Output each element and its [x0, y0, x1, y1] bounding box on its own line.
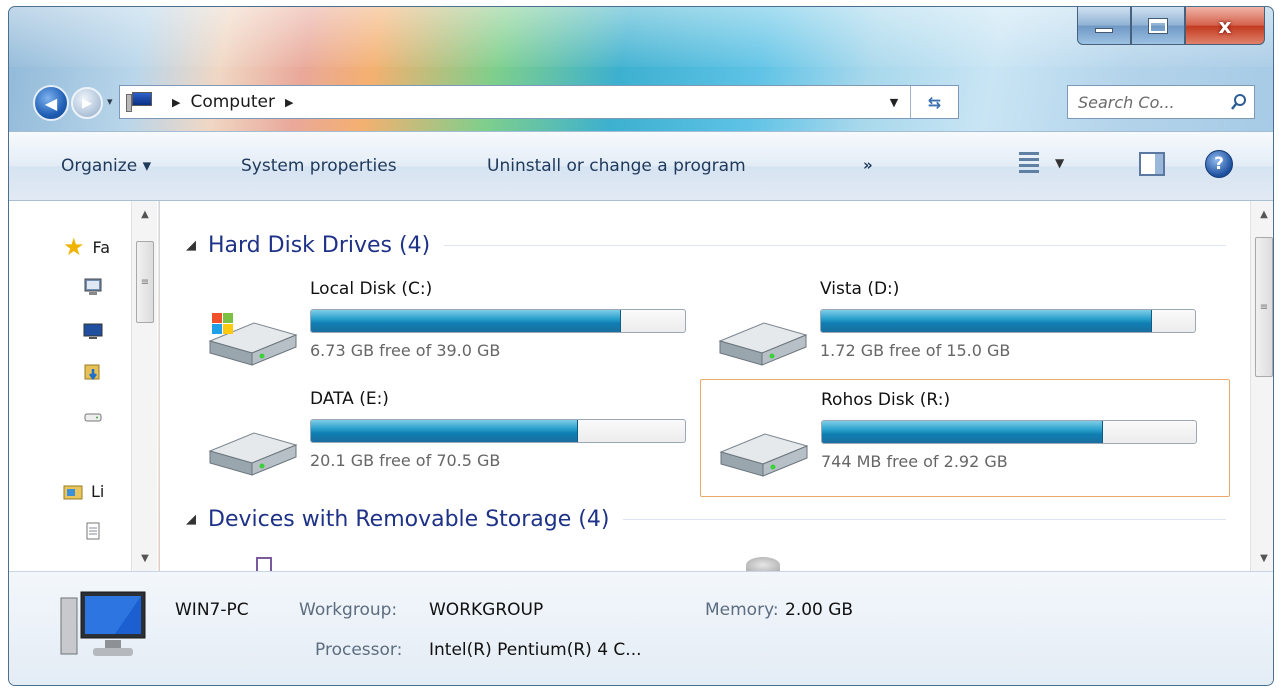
details-pane: WIN7-PC Workgroup: WORKGROUP Memory: 2.0… — [9, 571, 1273, 685]
drive-tile-c[interactable]: Local Disk (C:) 6.73 GB free of 39.0 GB — [190, 269, 720, 387]
refresh-icon: ⇆ — [927, 92, 942, 112]
search-icon[interactable] — [1224, 93, 1254, 111]
drive-free-space: 1.72 GB free of 15.0 GB — [820, 341, 1011, 360]
caption-buttons: x — [1077, 7, 1265, 45]
drive-free-space: 744 MB free of 2.92 GB — [821, 452, 1008, 471]
libraries-icon — [63, 485, 83, 500]
content-scroll-thumb[interactable]: ≡ — [1255, 237, 1273, 377]
windows-drive-icon — [208, 313, 298, 366]
group-removable-storage-label: Devices with Removable Storage (4) — [208, 507, 610, 532]
help-icon: ? — [1214, 154, 1224, 174]
hard-drive-icon — [208, 432, 298, 476]
nav-recent[interactable] — [83, 321, 103, 341]
back-arrow-icon: ◀ — [44, 93, 58, 113]
recent-pages-dropdown[interactable]: ▾ — [107, 95, 113, 108]
forward-arrow-icon: ▶ — [82, 95, 92, 111]
file-list: ◢ Hard Disk Drives (4) Local Disk (C:) 6… — [160, 201, 1250, 571]
workgroup-label: Workgroup: — [299, 600, 398, 620]
drive-usage-bar — [310, 309, 686, 333]
drive-name: Local Disk (C:) — [310, 279, 433, 299]
monitor-icon — [83, 323, 103, 339]
organize-button[interactable]: Organize ▾ — [61, 156, 151, 176]
breadcrumb-arrow-icon[interactable]: ▶ — [172, 96, 180, 109]
nav-scroll-thumb[interactable]: ≡ — [136, 241, 154, 323]
search-placeholder: Search Co... — [1078, 92, 1175, 112]
change-view-button[interactable]: ▼ — [1019, 152, 1064, 174]
processor-value: Intel(R) Pentium(R) 4 C... — [429, 640, 642, 660]
preview-pane-button[interactable] — [1139, 152, 1165, 176]
drive-free-space: 6.73 GB free of 39.0 GB — [310, 341, 501, 360]
more-commands-button[interactable]: » — [863, 156, 873, 174]
desktop-icon — [84, 278, 102, 295]
nav-drive[interactable] — [83, 407, 103, 427]
close-button[interactable]: x — [1185, 7, 1265, 45]
optical-drive-icon[interactable] — [746, 557, 780, 571]
scroll-up-arrow[interactable]: ▲ — [132, 201, 158, 227]
collapse-triangle-icon[interactable]: ◢ — [186, 238, 196, 253]
collapse-triangle-icon[interactable]: ◢ — [186, 512, 196, 527]
scroll-up-arrow[interactable]: ▲ — [1251, 201, 1273, 227]
removable-device-icon[interactable] — [256, 557, 272, 571]
address-bar[interactable]: ▶ Computer ▶ ▼ ⇆ — [119, 85, 959, 119]
drive-free-space: 20.1 GB free of 70.5 GB — [310, 451, 501, 470]
drive-name: Vista (D:) — [820, 279, 900, 299]
processor-label: Processor: — [315, 640, 403, 660]
drive-name: DATA (E:) — [310, 389, 389, 409]
minimize-icon — [1095, 28, 1113, 33]
navigation-row: ◀ ▶ ▾ ▶ Computer ▶ ▼ ⇆ Search Co... — [9, 77, 1273, 121]
chevron-down-icon: ▼ — [1055, 156, 1065, 170]
drive-tile-e[interactable]: DATA (E:) 20.1 GB free of 70.5 GB — [190, 379, 720, 497]
nav-desktop[interactable] — [83, 277, 103, 297]
group-removable-storage[interactable]: ◢ Devices with Removable Storage (4) — [186, 507, 1226, 532]
nav-pane-scrollbar[interactable]: ▲ ≡ ▼ — [131, 201, 157, 571]
drive-tile-r[interactable]: Rohos Disk (R:) 744 MB free of 2.92 GB — [700, 379, 1230, 497]
uninstall-program-button[interactable]: Uninstall or change a program — [487, 156, 746, 176]
star-icon: ★ — [63, 233, 85, 261]
nav-libraries[interactable]: Li — [63, 481, 104, 501]
computer-name: WIN7-PC — [175, 600, 249, 620]
command-bar: Organize ▾ System properties Uninstall o… — [9, 131, 1273, 201]
drive-icon — [84, 413, 102, 422]
nav-downloads[interactable] — [83, 361, 103, 381]
breadcrumb-arrow-icon[interactable]: ▶ — [285, 96, 293, 109]
refresh-button[interactable]: ⇆ — [910, 86, 958, 118]
hard-drive-icon — [719, 433, 809, 477]
drive-usage-bar — [820, 309, 1196, 333]
minimize-button[interactable] — [1077, 7, 1131, 45]
navigation-pane: ★ Fa Li ▲ ≡ ▼ — [9, 201, 159, 571]
nav-favorites[interactable]: ★ Fa — [63, 235, 110, 259]
view-details-icon — [1019, 152, 1039, 174]
explorer-window: x ◀ ▶ ▾ ▶ Computer ▶ ▼ ⇆ Search Co... Or… — [8, 6, 1274, 686]
drive-tile-d[interactable]: Vista (D:) 1.72 GB free of 15.0 GB — [700, 269, 1230, 387]
search-input[interactable]: Search Co... — [1067, 85, 1255, 119]
nav-favorites-label: Fa — [92, 237, 111, 257]
scroll-down-arrow[interactable]: ▼ — [1251, 545, 1273, 571]
maximize-icon — [1148, 17, 1168, 34]
computer-icon — [126, 92, 154, 112]
drive-name: Rohos Disk (R:) — [821, 390, 951, 410]
scroll-down-arrow[interactable]: ▼ — [132, 545, 158, 571]
content-scrollbar[interactable]: ▲ ≡ ▼ — [1250, 201, 1273, 571]
address-history-dropdown[interactable]: ▼ — [882, 86, 906, 118]
nav-documents[interactable] — [83, 521, 103, 541]
memory-value: 2.00 GB — [785, 600, 854, 620]
drive-usage-bar — [310, 419, 686, 443]
hard-drive-icon — [718, 322, 808, 366]
close-icon: x — [1218, 13, 1232, 38]
group-hard-disk-drives-label: Hard Disk Drives (4) — [208, 233, 431, 258]
back-button[interactable]: ◀ — [33, 85, 69, 121]
computer-icon — [60, 591, 146, 656]
drive-usage-bar — [821, 420, 1197, 444]
memory-label: Memory: — [705, 600, 779, 620]
help-button[interactable]: ? — [1205, 150, 1233, 178]
workgroup-value: WORKGROUP — [429, 600, 544, 620]
document-icon — [86, 522, 100, 540]
maximize-button[interactable] — [1131, 7, 1185, 45]
group-hard-disk-drives[interactable]: ◢ Hard Disk Drives (4) — [186, 233, 1226, 258]
system-properties-button[interactable]: System properties — [241, 156, 397, 176]
forward-button[interactable]: ▶ — [71, 87, 103, 119]
breadcrumb-computer[interactable]: Computer — [190, 92, 275, 112]
downloads-folder-icon — [84, 364, 100, 381]
nav-libraries-label: Li — [91, 481, 105, 501]
